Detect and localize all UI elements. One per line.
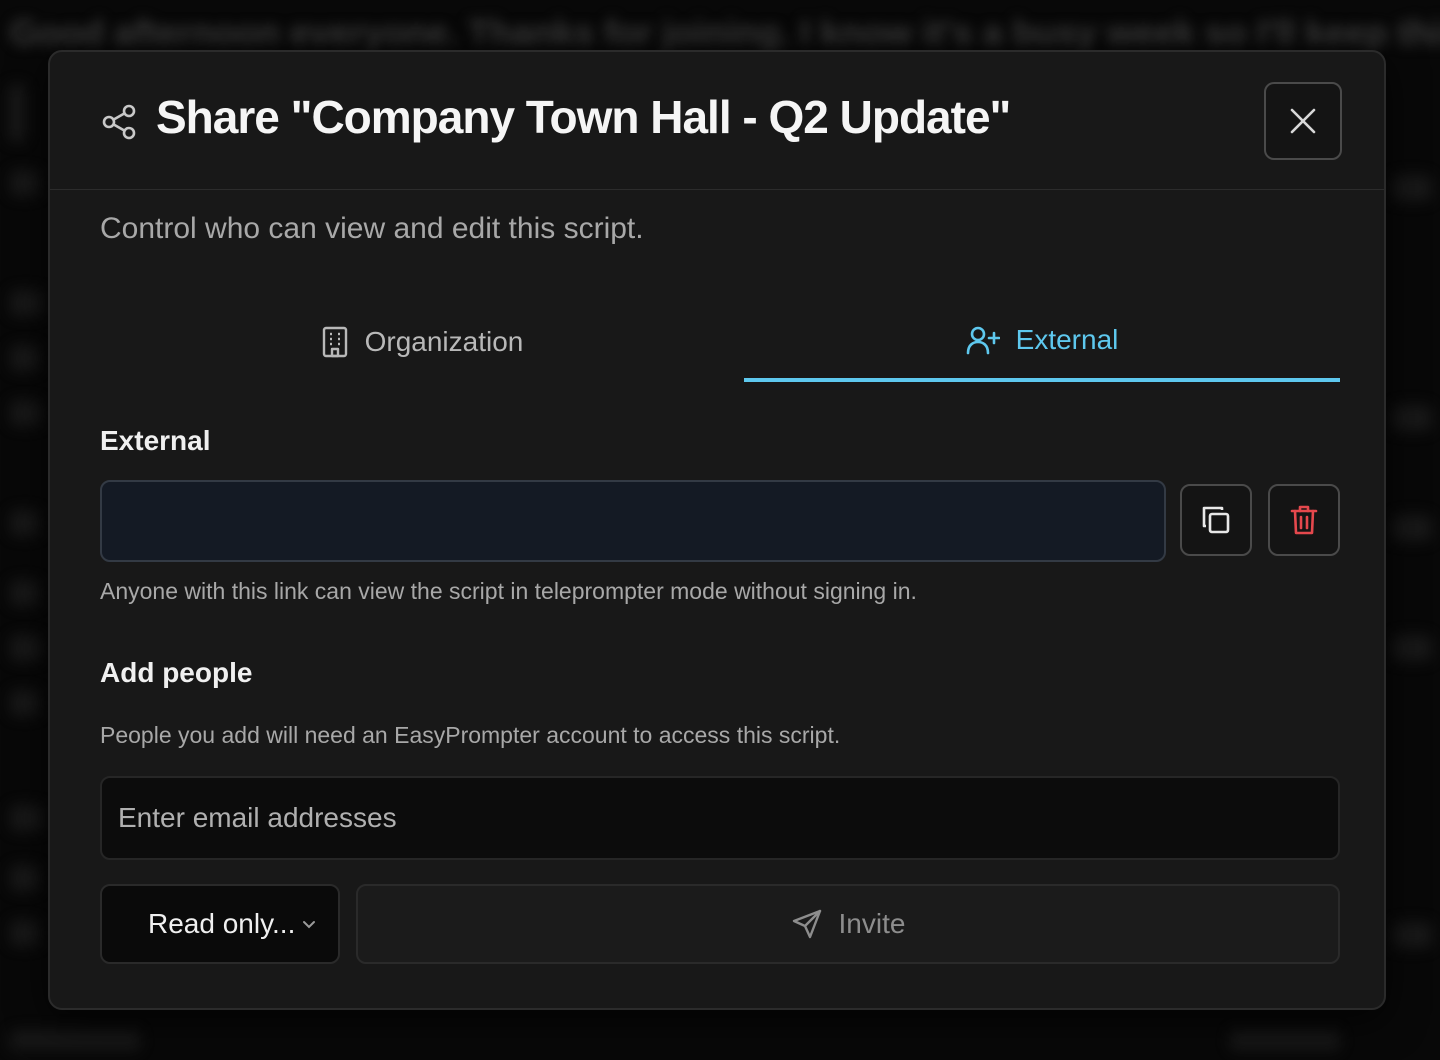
user-plus-icon: [966, 326, 1000, 355]
invite-button[interactable]: Invite: [356, 884, 1340, 964]
share-dialog: Share "Company Town Hall - Q2 Update" Co…: [48, 50, 1386, 1010]
email-input[interactable]: [100, 776, 1340, 860]
share-icon: [102, 104, 136, 140]
tab-organization[interactable]: Organization: [100, 302, 744, 382]
close-icon: [1290, 108, 1316, 134]
permission-select[interactable]: Read only...: [100, 884, 340, 964]
background-script-text: Good afternoon everyone. Thanks for join…: [10, 12, 1440, 53]
copy-link-button[interactable]: [1180, 484, 1252, 556]
background-blur-block: [10, 170, 40, 196]
background-blur-block: [10, 690, 40, 716]
background-blur-block: [10, 345, 40, 371]
background-blur-block: [10, 635, 42, 661]
background-blur-block: [10, 290, 44, 316]
chevron-down-icon: [303, 921, 316, 929]
copy-icon: [1202, 506, 1230, 534]
add-people-helper: People you add will need an EasyPrompter…: [100, 722, 841, 748]
background-blur-block: [8, 84, 26, 142]
background-blur-block: [1230, 1030, 1340, 1050]
trash-icon: [1290, 505, 1318, 535]
background-blur-block: [1392, 175, 1432, 201]
background-blur-block: [10, 510, 40, 536]
background-blur-block: [1392, 635, 1432, 661]
tab-external[interactable]: External: [744, 302, 1340, 382]
permission-select-label: Read only...: [148, 908, 296, 939]
external-link-helper: Anyone with this link can view the scrip…: [100, 578, 917, 604]
dialog-title: Share "Company Town Hall - Q2 Update": [156, 91, 1011, 143]
share-link-field[interactable]: [100, 480, 1166, 562]
background-blur-block: [1392, 922, 1432, 948]
invite-button-label: Invite: [838, 908, 906, 939]
external-section-heading: External: [100, 425, 211, 456]
dialog-subtitle: Control who can view and edit this scrip…: [100, 212, 644, 245]
send-icon: [792, 909, 821, 939]
background-blur-block: [1392, 405, 1432, 431]
background-blur-block: [10, 580, 40, 606]
background-blur-block: [10, 805, 44, 831]
add-people-heading: Add people: [100, 657, 253, 688]
tab-external-label: External: [1015, 324, 1119, 355]
building-icon: [322, 326, 347, 358]
close-button[interactable]: [1264, 82, 1342, 160]
background-blur-block: [10, 1030, 140, 1050]
tab-organization-label: Organization: [364, 326, 524, 357]
dialog-header: Share "Company Town Hall - Q2 Update": [50, 52, 1384, 190]
background-blur-block: [10, 865, 40, 891]
background-blur-block: [1392, 515, 1432, 541]
background-blur-block: [10, 920, 40, 946]
background-blur-block: [10, 400, 42, 426]
delete-link-button[interactable]: [1268, 484, 1340, 556]
